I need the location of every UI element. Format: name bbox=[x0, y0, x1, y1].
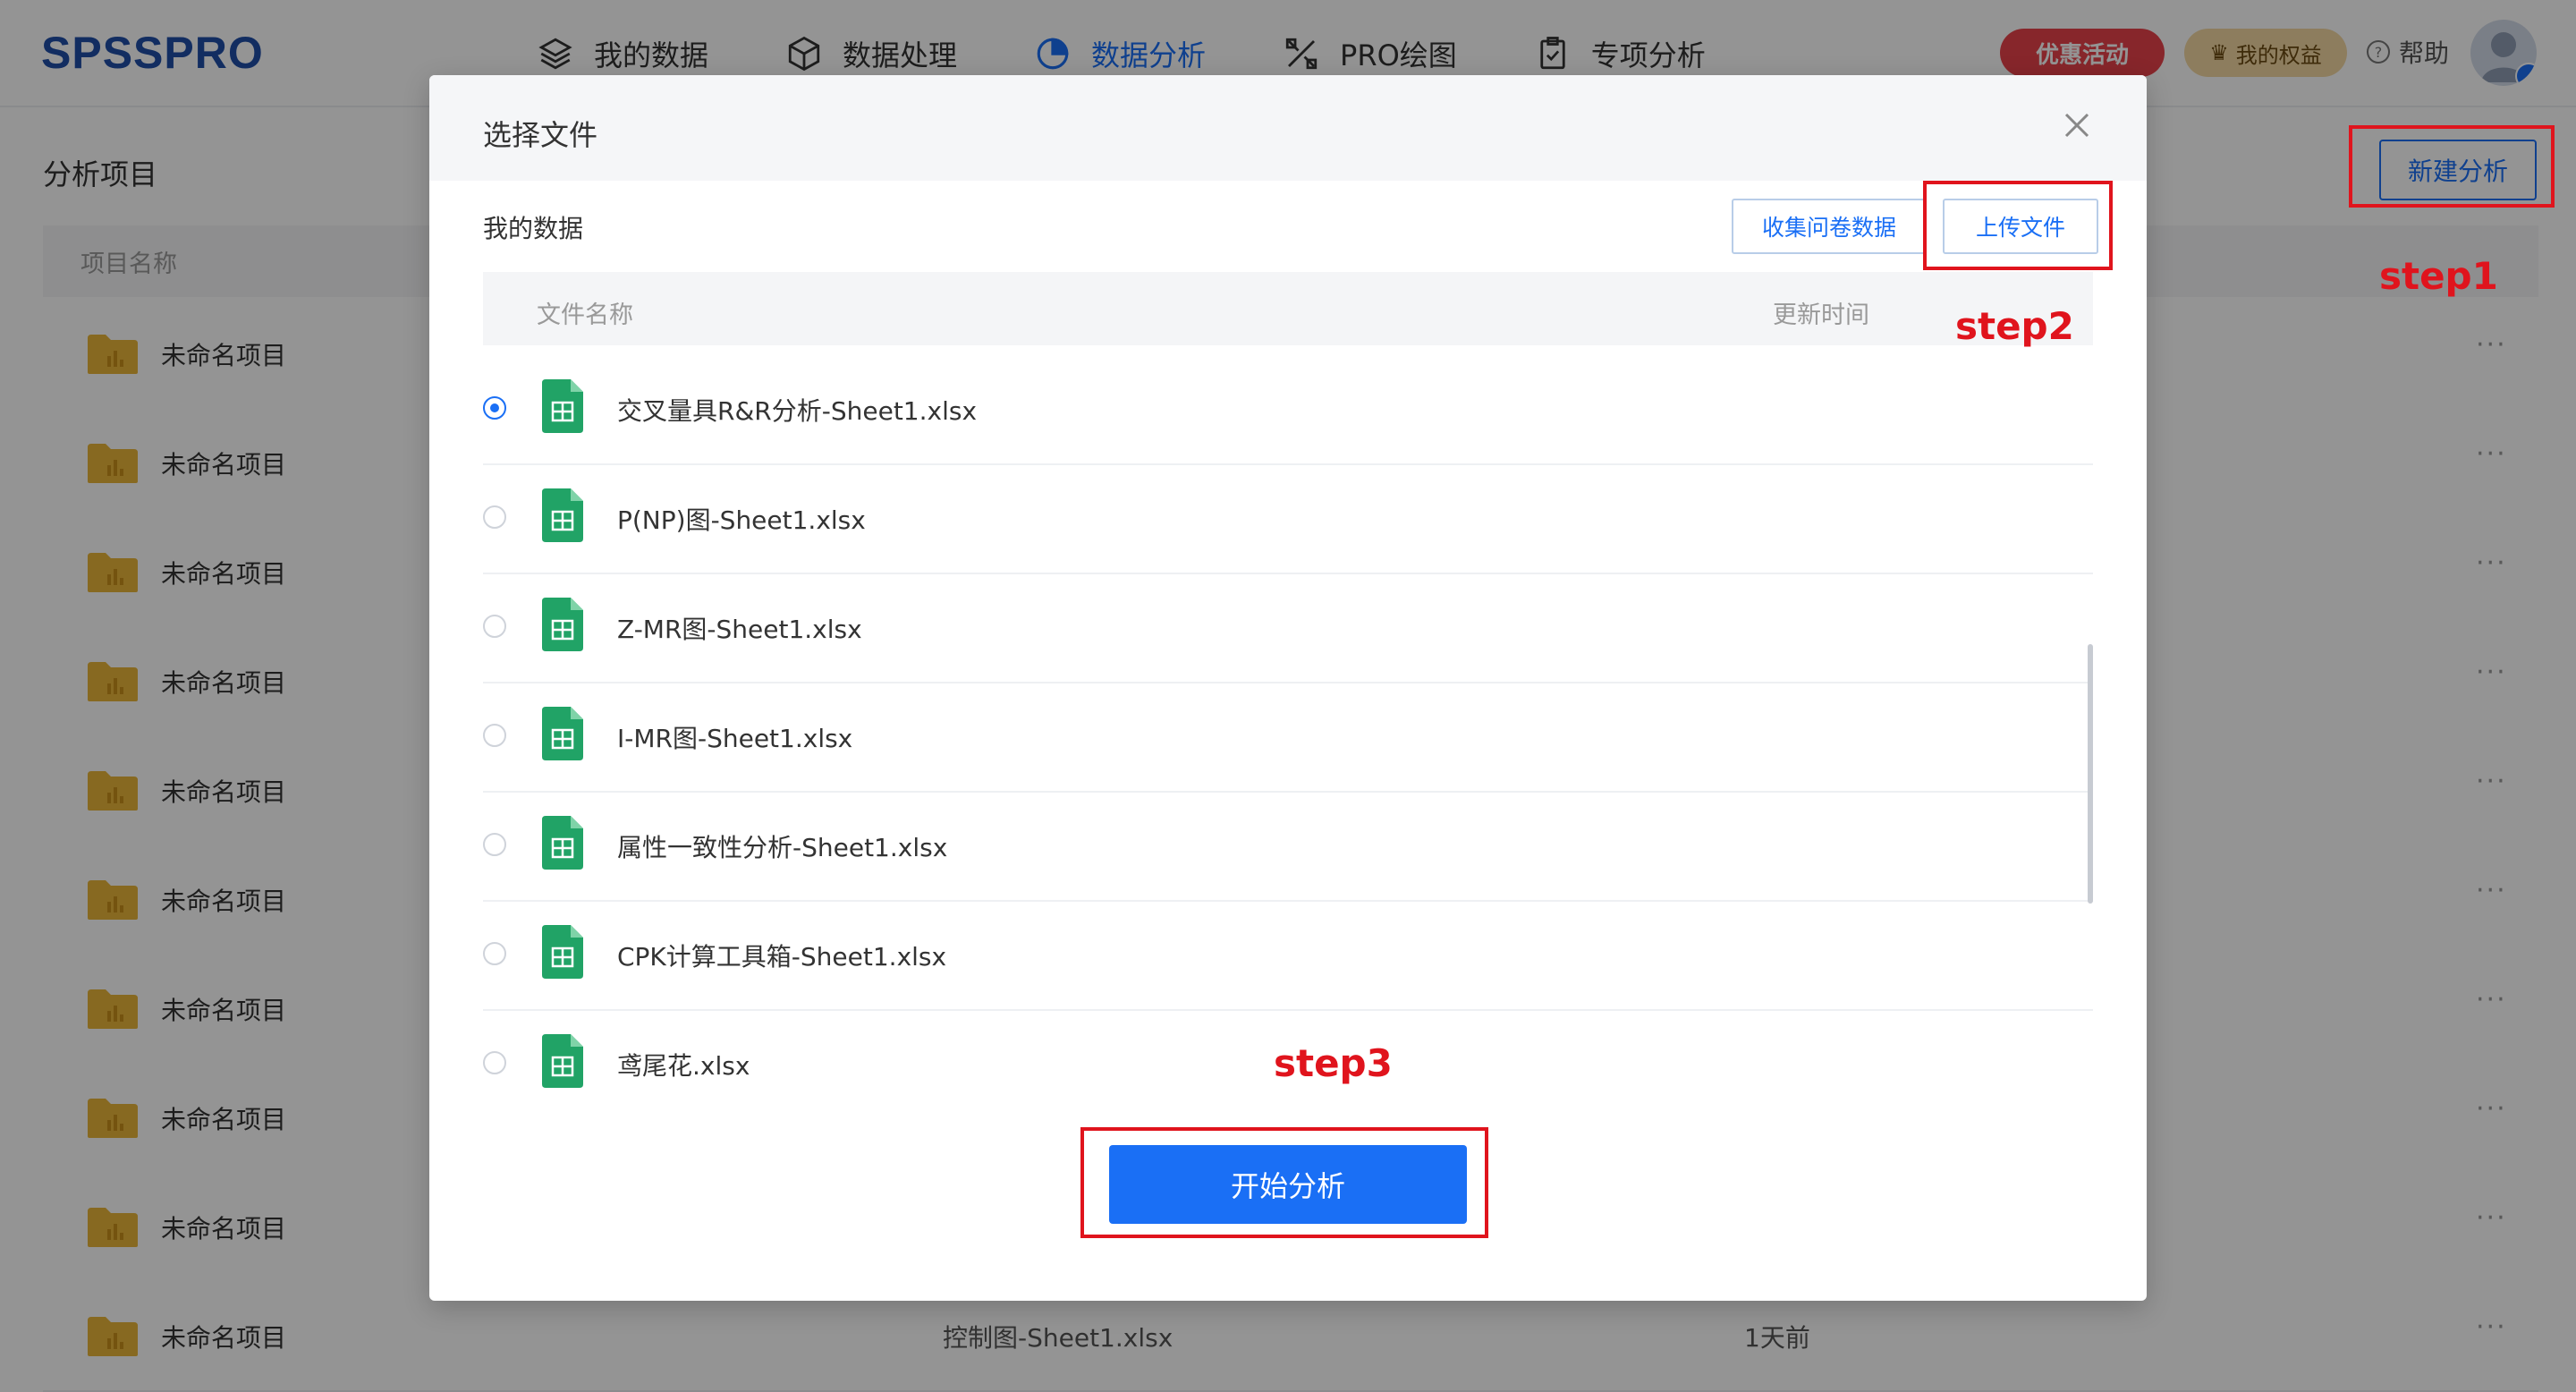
column-update-time: 更新时间 bbox=[1773, 301, 1869, 329]
file-row[interactable]: 属性一致性分析-Sheet1.xlsx bbox=[483, 791, 2093, 902]
spreadsheet-icon bbox=[542, 1034, 583, 1088]
file-radio[interactable] bbox=[483, 396, 506, 420]
file-list: 交叉量具R&R分析-Sheet1.xlsx P(NP)图-Sheet1.xlsx Z… bbox=[483, 354, 2093, 1124]
file-row[interactable]: 交叉量具R&R分析-Sheet1.xlsx bbox=[483, 354, 2093, 465]
spreadsheet-icon bbox=[542, 379, 583, 433]
step3-highlight-box bbox=[1080, 1127, 1488, 1238]
file-row[interactable]: P(NP)图-Sheet1.xlsx bbox=[483, 463, 2093, 574]
file-row[interactable]: I-MR图-Sheet1.xlsx bbox=[483, 682, 2093, 793]
file-table-header: 文件名称 更新时间 bbox=[483, 272, 2093, 345]
select-file-dialog: 选择文件 我的数据 收集问卷数据 上传文件 文件名称 更新时间 交叉量具R&R分… bbox=[429, 75, 2147, 1301]
file-name: Z-MR图-Sheet1.xlsx bbox=[617, 615, 862, 644]
file-radio[interactable] bbox=[483, 505, 506, 529]
step3-label: step3 bbox=[1274, 1041, 1393, 1085]
step2-label: step2 bbox=[1955, 304, 2074, 348]
spreadsheet-icon bbox=[542, 598, 583, 651]
file-name: 属性一致性分析-Sheet1.xlsx bbox=[617, 833, 948, 862]
file-radio[interactable] bbox=[483, 942, 506, 965]
step1-highlight-box bbox=[2349, 125, 2555, 208]
column-file-name: 文件名称 bbox=[537, 301, 633, 329]
dialog-header: 选择文件 bbox=[429, 75, 2147, 181]
step2-highlight-box bbox=[1923, 181, 2113, 270]
file-name: 鸢尾花.xlsx bbox=[617, 1051, 750, 1081]
my-data-label: 我的数据 bbox=[483, 214, 584, 243]
step1-label: step1 bbox=[2379, 254, 2498, 298]
dialog-title: 选择文件 bbox=[483, 118, 598, 152]
file-radio[interactable] bbox=[483, 615, 506, 638]
file-list-scrollbar[interactable] bbox=[2088, 644, 2093, 904]
close-icon[interactable] bbox=[2059, 107, 2095, 143]
collect-survey-button[interactable]: 收集问卷数据 bbox=[1732, 199, 1927, 254]
spreadsheet-icon bbox=[542, 816, 583, 870]
file-name: CPK计算工具箱-Sheet1.xlsx bbox=[617, 942, 947, 972]
file-name: P(NP)图-Sheet1.xlsx bbox=[617, 505, 866, 535]
file-row[interactable]: Z-MR图-Sheet1.xlsx bbox=[483, 573, 2093, 683]
file-radio[interactable] bbox=[483, 833, 506, 856]
file-radio[interactable] bbox=[483, 1051, 506, 1074]
file-radio[interactable] bbox=[483, 724, 506, 747]
file-name: I-MR图-Sheet1.xlsx bbox=[617, 724, 853, 753]
spreadsheet-icon bbox=[542, 925, 583, 979]
spreadsheet-icon bbox=[542, 707, 583, 760]
file-row[interactable]: CPK计算工具箱-Sheet1.xlsx bbox=[483, 900, 2093, 1011]
spreadsheet-icon bbox=[542, 488, 583, 542]
file-name: 交叉量具R&R分析-Sheet1.xlsx bbox=[617, 396, 978, 426]
